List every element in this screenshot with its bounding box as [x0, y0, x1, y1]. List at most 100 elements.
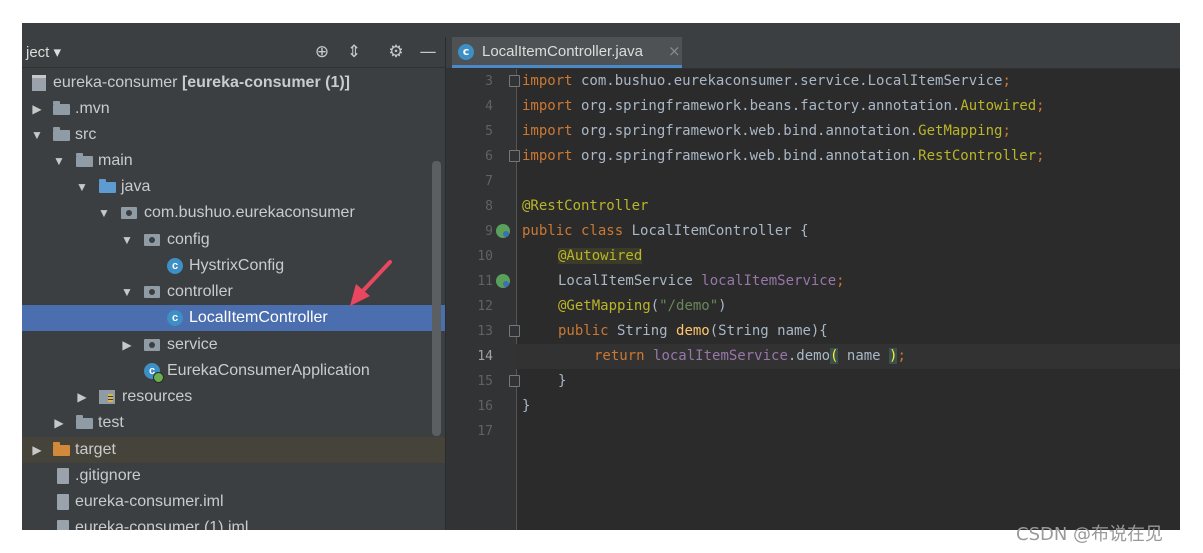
tree-item-label: HystrixConfig — [189, 257, 285, 274]
expand-arrow-icon[interactable]: ▶ — [75, 384, 89, 410]
title-strip — [22, 23, 1180, 37]
tree-item-label: resources — [122, 388, 193, 405]
folder-icon — [76, 415, 93, 429]
java-class-icon: c — [458, 44, 474, 60]
line-number: 17 — [477, 424, 493, 439]
fold-marker-icon[interactable] — [509, 375, 520, 387]
line-number: 3 — [485, 74, 493, 89]
module-icon — [32, 75, 46, 91]
code-line: @Autowired — [558, 248, 643, 264]
code-line: LocalItemService localItemService; — [558, 273, 845, 289]
collapse-arrow-icon[interactable]: ▼ — [30, 122, 44, 148]
tree-item-config[interactable]: ▼ config — [22, 227, 445, 253]
minimize-icon[interactable]: — — [417, 41, 439, 63]
source-folder-icon — [99, 179, 116, 193]
tree-item-label: src — [75, 126, 97, 143]
tree-item-label: .mvn — [75, 100, 110, 117]
fold-marker-icon[interactable] — [509, 75, 520, 87]
tree-item-label: java — [121, 178, 151, 195]
tree-item-resources[interactable]: ▶ resources — [22, 384, 445, 410]
tree-item-service[interactable]: ▶ service — [22, 332, 445, 358]
spring-bean-gutter-icon[interactable] — [496, 224, 510, 238]
tree-item-label: EurekaConsumerApplication — [167, 362, 370, 379]
folder-icon — [53, 127, 70, 141]
tree-item-main[interactable]: ▼ main — [22, 148, 445, 174]
tree-item-target[interactable]: ▶ target — [22, 437, 445, 463]
editor-tab-bar: c LocalItemController.java × — [446, 37, 1180, 69]
arrow-shaft — [358, 260, 392, 296]
tree-item-label: .gitignore — [75, 467, 141, 484]
tree-item-src[interactable]: ▼ src — [22, 122, 445, 148]
tree-item-label: main — [98, 152, 133, 169]
collapse-all-icon[interactable]: ⇕ — [343, 41, 365, 63]
gitignore-file-icon — [57, 468, 69, 484]
excluded-folder-icon — [53, 442, 70, 456]
expand-arrow-icon[interactable]: ▶ — [120, 332, 134, 358]
package-icon — [144, 286, 160, 298]
line-number-gutter: 3 4 5 6 7 8 9 10 11 12 13 14 15 16 17 — [446, 69, 520, 530]
code-line: } — [522, 398, 531, 414]
tree-item-label: test — [98, 414, 124, 431]
code-line: import org.springframework.web.bind.anno… — [522, 148, 1045, 164]
annotation-arrow — [350, 260, 392, 306]
watermark: CSDN @布说在见 — [1016, 524, 1164, 545]
project-scrollbar[interactable] — [432, 161, 441, 436]
ide-window: ject ▾ ⊕ ⇕ ⚙ — eureka-consumer [eureka-c… — [22, 23, 1180, 530]
tree-item-label: controller — [167, 283, 233, 300]
package-icon — [121, 207, 137, 219]
code-line: import org.springframework.web.bind.anno… — [522, 123, 1011, 139]
line-number: 6 — [485, 149, 493, 164]
java-class-icon: c — [167, 310, 183, 326]
autowired-gutter-icon[interactable] — [496, 274, 510, 288]
code-editor[interactable]: 3 4 5 6 7 8 9 10 11 12 13 14 15 16 17 im… — [446, 69, 1180, 530]
code-line: import org.springframework.beans.factory… — [522, 98, 1045, 114]
tree-item-gitignore[interactable]: .gitignore — [22, 463, 445, 489]
tree-item-java[interactable]: ▼ java — [22, 174, 445, 200]
fold-marker-icon[interactable] — [509, 150, 520, 162]
line-number: 12 — [477, 299, 493, 314]
tab-label: LocalItemController.java — [482, 43, 643, 60]
line-number: 5 — [485, 124, 493, 139]
java-class-icon: c — [167, 258, 183, 274]
tab-localitemcontroller[interactable]: c LocalItemController.java × — [452, 37, 682, 68]
fold-marker-icon[interactable] — [509, 325, 520, 337]
iml-file-icon — [57, 494, 69, 510]
resources-folder-icon — [99, 390, 115, 404]
collapse-arrow-icon[interactable]: ▼ — [120, 279, 134, 305]
tree-item-label: com.bushuo.eurekaconsumer — [144, 204, 355, 221]
tree-item-label: target — [75, 441, 116, 458]
tree-item-iml[interactable]: eureka-consumer.iml — [22, 489, 445, 515]
expand-arrow-icon[interactable]: ▶ — [52, 410, 66, 436]
package-icon — [144, 339, 160, 351]
line-number: 14 — [477, 349, 493, 364]
project-panel-header: ject ▾ ⊕ ⇕ ⚙ — — [22, 37, 445, 68]
code-line: public class LocalItemController { — [522, 223, 809, 239]
tree-item-label: config — [167, 231, 210, 248]
tree-item-eurekaconsumerapplication[interactable]: c EurekaConsumerApplication — [22, 358, 445, 384]
project-view-selector[interactable]: ject ▾ — [26, 43, 61, 61]
gear-icon[interactable]: ⚙ — [385, 41, 407, 63]
tree-item-package-root[interactable]: ▼ com.bushuo.eurekaconsumer — [22, 200, 445, 226]
tree-item-mvn[interactable]: ▶ .mvn — [22, 96, 445, 122]
code-line: @RestController — [522, 198, 649, 214]
tree-item-module-name: [eureka-consumer (1)] — [181, 74, 350, 91]
tree-item-label: eureka-consumer.iml — [75, 493, 224, 510]
collapse-arrow-icon[interactable]: ▼ — [120, 227, 134, 253]
tree-item-iml-copy[interactable]: eureka-consumer (1).iml — [22, 515, 445, 530]
folder-icon — [53, 101, 70, 115]
line-number: 4 — [485, 99, 493, 114]
code-line: } — [558, 373, 567, 389]
collapse-arrow-icon[interactable]: ▼ — [75, 174, 89, 200]
tree-item-label: eureka-consumer (1).iml — [75, 519, 249, 530]
code-line: import com.bushuo.eurekaconsumer.service… — [522, 73, 1011, 89]
expand-arrow-icon[interactable]: ▶ — [30, 437, 44, 463]
locate-icon[interactable]: ⊕ — [311, 41, 333, 63]
close-icon[interactable]: × — [668, 42, 681, 60]
line-number: 15 — [477, 374, 493, 389]
collapse-arrow-icon[interactable]: ▼ — [52, 148, 66, 174]
line-number: 16 — [477, 399, 493, 414]
collapse-arrow-icon[interactable]: ▼ — [97, 200, 111, 226]
tree-item-eureka-consumer[interactable]: eureka-consumer [eureka-consumer (1)] — [22, 70, 445, 96]
tree-item-test[interactable]: ▶ test — [22, 410, 445, 436]
expand-arrow-icon[interactable]: ▶ — [30, 96, 44, 122]
